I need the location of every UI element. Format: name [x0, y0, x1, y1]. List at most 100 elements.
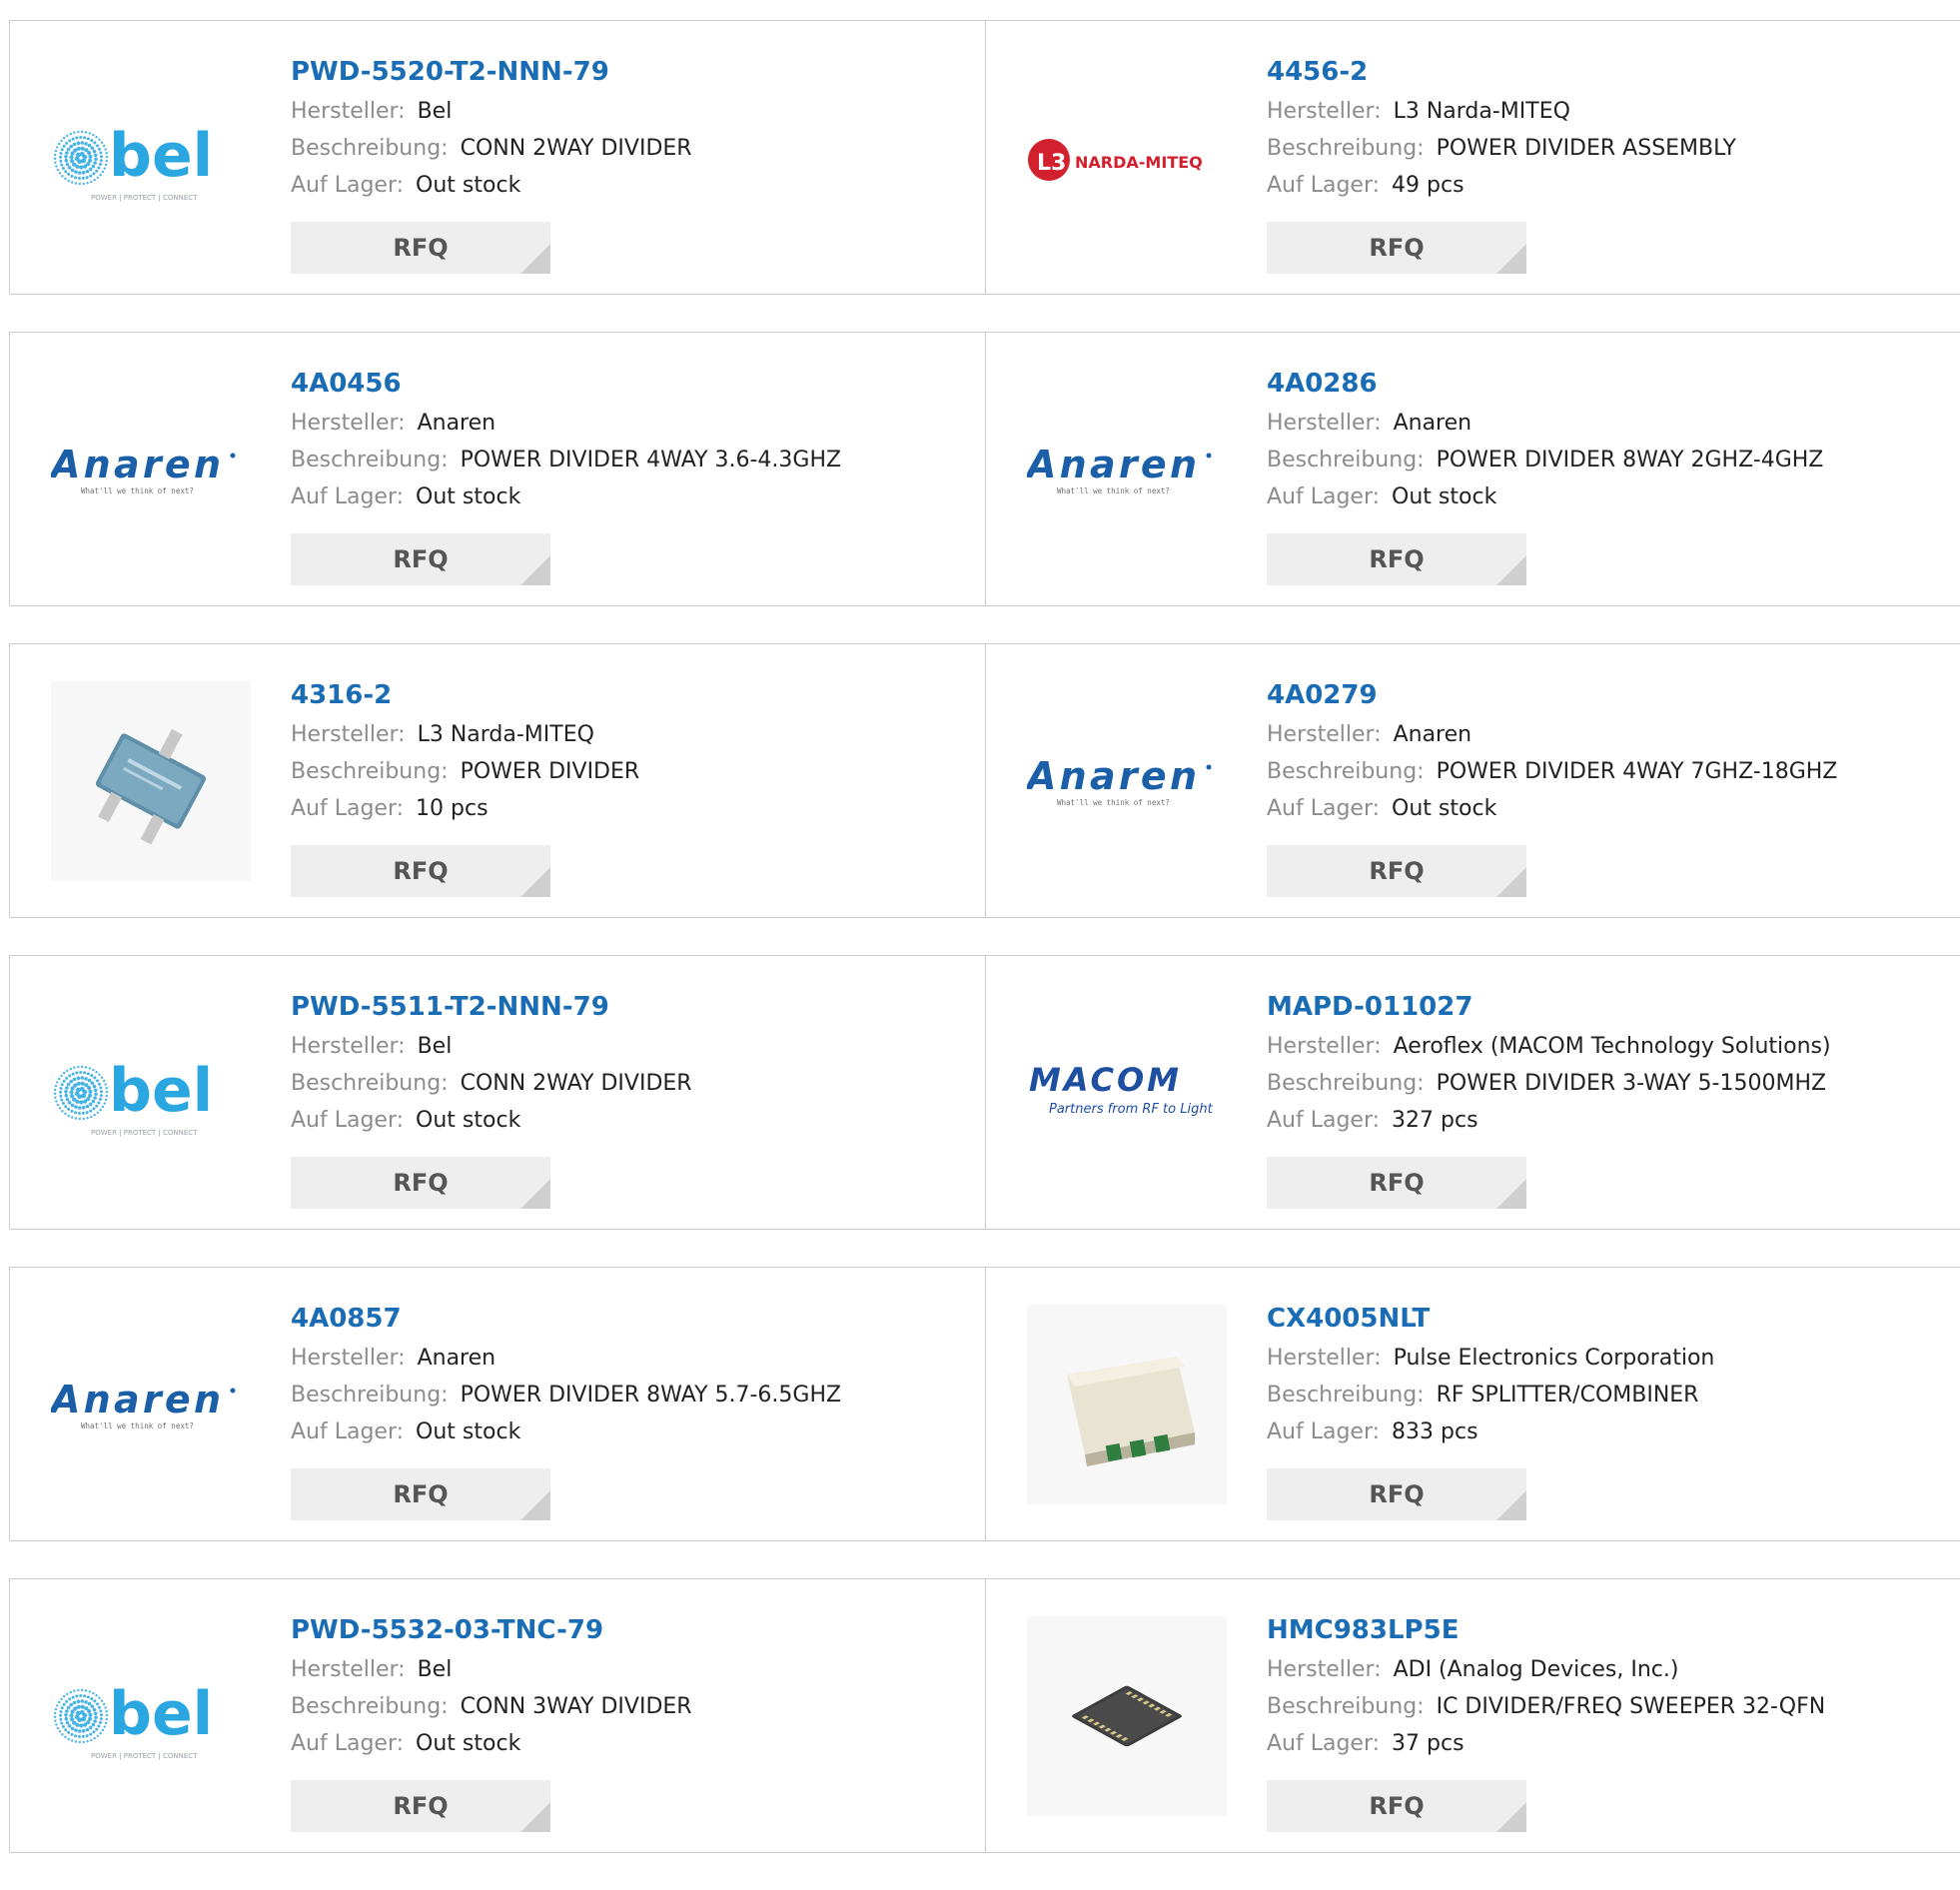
product-card-mapd-011027: MACOM Partners from RF to Light MAPD-011…: [985, 956, 1960, 1229]
rfq-button[interactable]: RFQ: [1267, 1157, 1526, 1209]
manufacturer-value: Bel: [417, 1657, 453, 1682]
rfq-button-label: RFQ: [1369, 545, 1425, 573]
manufacturer-value: L3 Narda-MITEQ: [417, 722, 594, 747]
product-grid: bel POWER | PROTECT | CONNECT PWD-5520-T…: [9, 20, 1960, 1890]
manufacturer-label: Hersteller:: [291, 99, 406, 124]
manufacturer-value: Anaren: [417, 411, 496, 436]
part-number-link[interactable]: PWD-5520-T2-NNN-79: [291, 51, 985, 93]
anaren-logo-text: Anaren: [51, 443, 221, 486]
rfq-button[interactable]: RFQ: [291, 222, 550, 274]
manufacturer-value: Anaren: [1393, 722, 1472, 747]
manufacturer-value: Pulse Electronics Corporation: [1393, 1346, 1715, 1371]
stock-line: Auf Lager: Out stock: [1267, 478, 1960, 515]
manufacturer-logo[interactable]: Anaren What'll we think of next?: [51, 1305, 251, 1504]
product-card-4a0857: Anaren What'll we think of next? 4A0857 …: [10, 1268, 985, 1540]
manufacturer-label: Hersteller:: [291, 722, 406, 747]
rfq-corner-decoration: [520, 867, 550, 897]
macom-logo-text: MACOM: [1029, 1061, 1179, 1099]
stock-line: Auf Lager: 10 pcs: [291, 790, 985, 827]
rfq-button-label: RFQ: [393, 1792, 449, 1820]
manufacturer-logo[interactable]: MACOM Partners from RF to Light: [1027, 993, 1227, 1193]
stock-line: Auf Lager: Out stock: [291, 167, 985, 204]
anaren-logo: Anaren What'll we think of next?: [1027, 754, 1212, 807]
rfq-corner-decoration: [1496, 1179, 1526, 1209]
anaren-logo-text: Anaren: [1027, 443, 1197, 486]
stock-value: Out stock: [416, 1108, 521, 1133]
manufacturer-value: Bel: [417, 1034, 453, 1059]
manufacturer-label: Hersteller:: [291, 411, 406, 436]
rfq-button[interactable]: RFQ: [291, 1468, 550, 1520]
part-number-link[interactable]: 4A0857: [291, 1298, 985, 1340]
rfq-corner-decoration: [520, 1802, 550, 1832]
manufacturer-line: Hersteller: Aeroflex (MACOM Technology So…: [1267, 1028, 1960, 1065]
stock-line: Auf Lager: Out stock: [1267, 790, 1960, 827]
product-row: Anaren What'll we think of next? 4A0857 …: [9, 1267, 1960, 1541]
description-label: Beschreibung:: [1267, 759, 1425, 784]
stock-line: Auf Lager: Out stock: [291, 478, 985, 515]
stock-value: 49 pcs: [1392, 173, 1465, 198]
product-card-4a0279: Anaren What'll we think of next? 4A0279 …: [985, 644, 1960, 917]
rfq-corner-decoration: [1496, 555, 1526, 585]
manufacturer-logo[interactable]: [51, 681, 251, 881]
manufacturer-logo[interactable]: Anaren What'll we think of next?: [51, 370, 251, 569]
rfq-button[interactable]: RFQ: [1267, 1780, 1526, 1832]
part-number-link[interactable]: HMC983LP5E: [1267, 1609, 1960, 1651]
rfq-button[interactable]: RFQ: [291, 845, 550, 897]
manufacturer-logo[interactable]: [1027, 1305, 1227, 1504]
rfq-button[interactable]: RFQ: [291, 533, 550, 585]
product-card-4a0286: Anaren What'll we think of next? 4A0286 …: [985, 333, 1960, 605]
manufacturer-line: Hersteller: Bel: [291, 1028, 985, 1065]
manufacturer-logo[interactable]: bel POWER | PROTECT | CONNECT: [51, 993, 251, 1193]
stock-value: Out stock: [416, 1731, 521, 1756]
stock-value: Out stock: [416, 484, 521, 509]
rfq-button[interactable]: RFQ: [1267, 1468, 1526, 1520]
stock-label: Auf Lager:: [1267, 1419, 1381, 1444]
bel-logo: bel POWER | PROTECT | CONNECT: [53, 1056, 213, 1137]
manufacturer-logo[interactable]: L3 NARDA-MITEQ: [1027, 58, 1227, 258]
manufacturer-label: Hersteller:: [1267, 411, 1382, 436]
bel-logo-tagline: POWER | PROTECT | CONNECT: [91, 1129, 198, 1137]
manufacturer-line: Hersteller: Pulse Electronics Corporation: [1267, 1340, 1960, 1377]
narda-logo-text: NARDA-MITEQ: [1075, 153, 1203, 172]
rfq-button[interactable]: RFQ: [1267, 533, 1526, 585]
description-line: Beschreibung: POWER DIVIDER 8WAY 2GHZ-4GH…: [1267, 442, 1960, 478]
manufacturer-logo[interactable]: [1027, 1616, 1227, 1816]
part-number-link[interactable]: CX4005NLT: [1267, 1298, 1960, 1340]
stock-line: Auf Lager: Out stock: [291, 1414, 985, 1450]
product-info: PWD-5511-T2-NNN-79 Hersteller: Bel Beschr…: [291, 986, 985, 1139]
manufacturer-logo[interactable]: bel POWER | PROTECT | CONNECT: [51, 1616, 251, 1816]
anaren-logo-tagline: What'll we think of next?: [81, 1421, 194, 1430]
power-divider-product-image: [51, 681, 251, 881]
manufacturer-logo[interactable]: Anaren What'll we think of next?: [1027, 681, 1227, 881]
rfq-corner-decoration: [520, 1179, 550, 1209]
stock-label: Auf Lager:: [1267, 1108, 1381, 1133]
rfq-button[interactable]: RFQ: [291, 1157, 550, 1209]
product-card-pwd-5532-03-tnc-79: bel POWER | PROTECT | CONNECT PWD-5532-0…: [10, 1579, 985, 1852]
manufacturer-logo[interactable]: bel POWER | PROTECT | CONNECT: [51, 58, 251, 258]
product-card-4456-2: L3 NARDA-MITEQ 4456-2 Hersteller: L3 Nard…: [985, 21, 1960, 294]
stock-label: Auf Lager:: [1267, 173, 1381, 198]
bel-logo-text: bel: [109, 1679, 213, 1749]
part-number-link[interactable]: 4316-2: [291, 674, 985, 716]
rfq-button[interactable]: RFQ: [1267, 845, 1526, 897]
rfq-button[interactable]: RFQ: [1267, 222, 1526, 274]
stock-value: Out stock: [1392, 484, 1497, 509]
manufacturer-line: Hersteller: Bel: [291, 1651, 985, 1688]
part-number-link[interactable]: MAPD-011027: [1267, 986, 1960, 1028]
part-number-link[interactable]: PWD-5511-T2-NNN-79: [291, 986, 985, 1028]
description-label: Beschreibung:: [291, 1694, 449, 1719]
part-number-link[interactable]: 4456-2: [1267, 51, 1960, 93]
rfq-corner-decoration: [1496, 1802, 1526, 1832]
rfq-button-label: RFQ: [393, 1480, 449, 1508]
manufacturer-label: Hersteller:: [1267, 1346, 1382, 1371]
macom-logo: MACOM Partners from RF to Light: [1029, 1061, 1214, 1117]
part-number-link[interactable]: PWD-5532-03-TNC-79: [291, 1609, 985, 1651]
description-label: Beschreibung:: [1267, 448, 1425, 472]
part-number-link[interactable]: 4A0286: [1267, 363, 1960, 405]
rfq-button[interactable]: RFQ: [291, 1780, 550, 1832]
part-number-link[interactable]: 4A0279: [1267, 674, 1960, 716]
manufacturer-logo[interactable]: Anaren What'll we think of next?: [1027, 370, 1227, 569]
rfq-button-label: RFQ: [1369, 234, 1425, 262]
part-number-link[interactable]: 4A0456: [291, 363, 985, 405]
product-card-pwd-5511-t2-nnn-79: bel POWER | PROTECT | CONNECT PWD-5511-T…: [10, 956, 985, 1229]
